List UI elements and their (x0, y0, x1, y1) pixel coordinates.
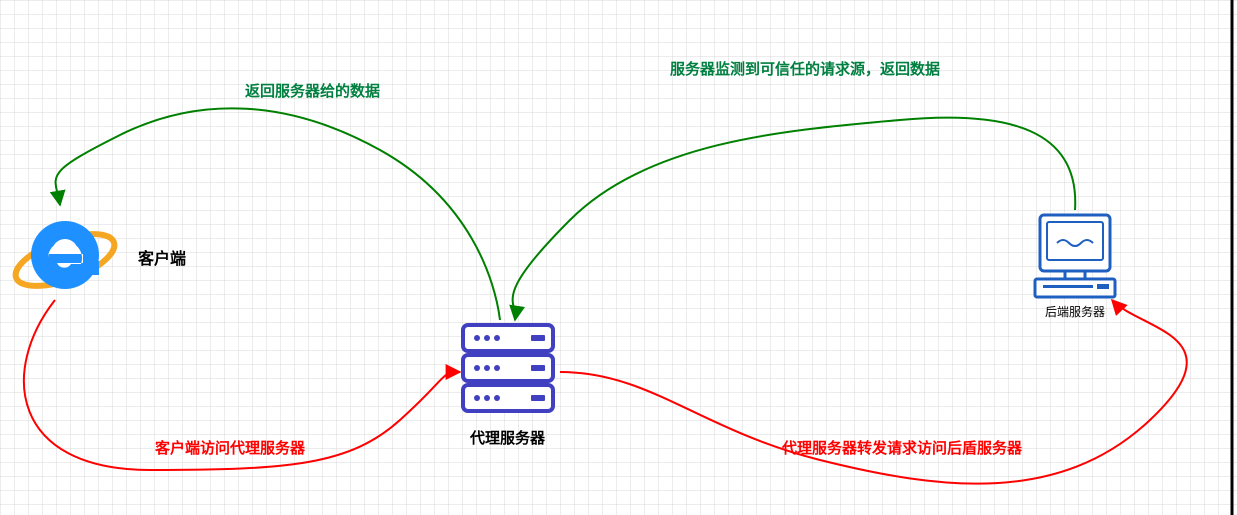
label-backend-to-proxy: 服务器监测到可信任的请求源，返回数据 (670, 58, 940, 79)
label-proxy-to-backend: 代理服务器转发请求访问后盾服务器 (782, 437, 1022, 458)
server-stack-icon (463, 325, 553, 411)
arrow-proxy-to-client (56, 108, 500, 320)
client-label: 客户端 (138, 245, 186, 269)
arrow-backend-to-proxy (513, 118, 1076, 320)
computer-icon (1035, 215, 1115, 297)
label-client-to-proxy: 客户端访问代理服务器 (155, 437, 305, 458)
backend-label: 后端服务器 (1045, 303, 1105, 320)
browser-icon (9, 221, 120, 297)
label-proxy-to-client: 返回服务器给的数据 (245, 80, 380, 101)
proxy-label: 代理服务器 (470, 427, 545, 448)
